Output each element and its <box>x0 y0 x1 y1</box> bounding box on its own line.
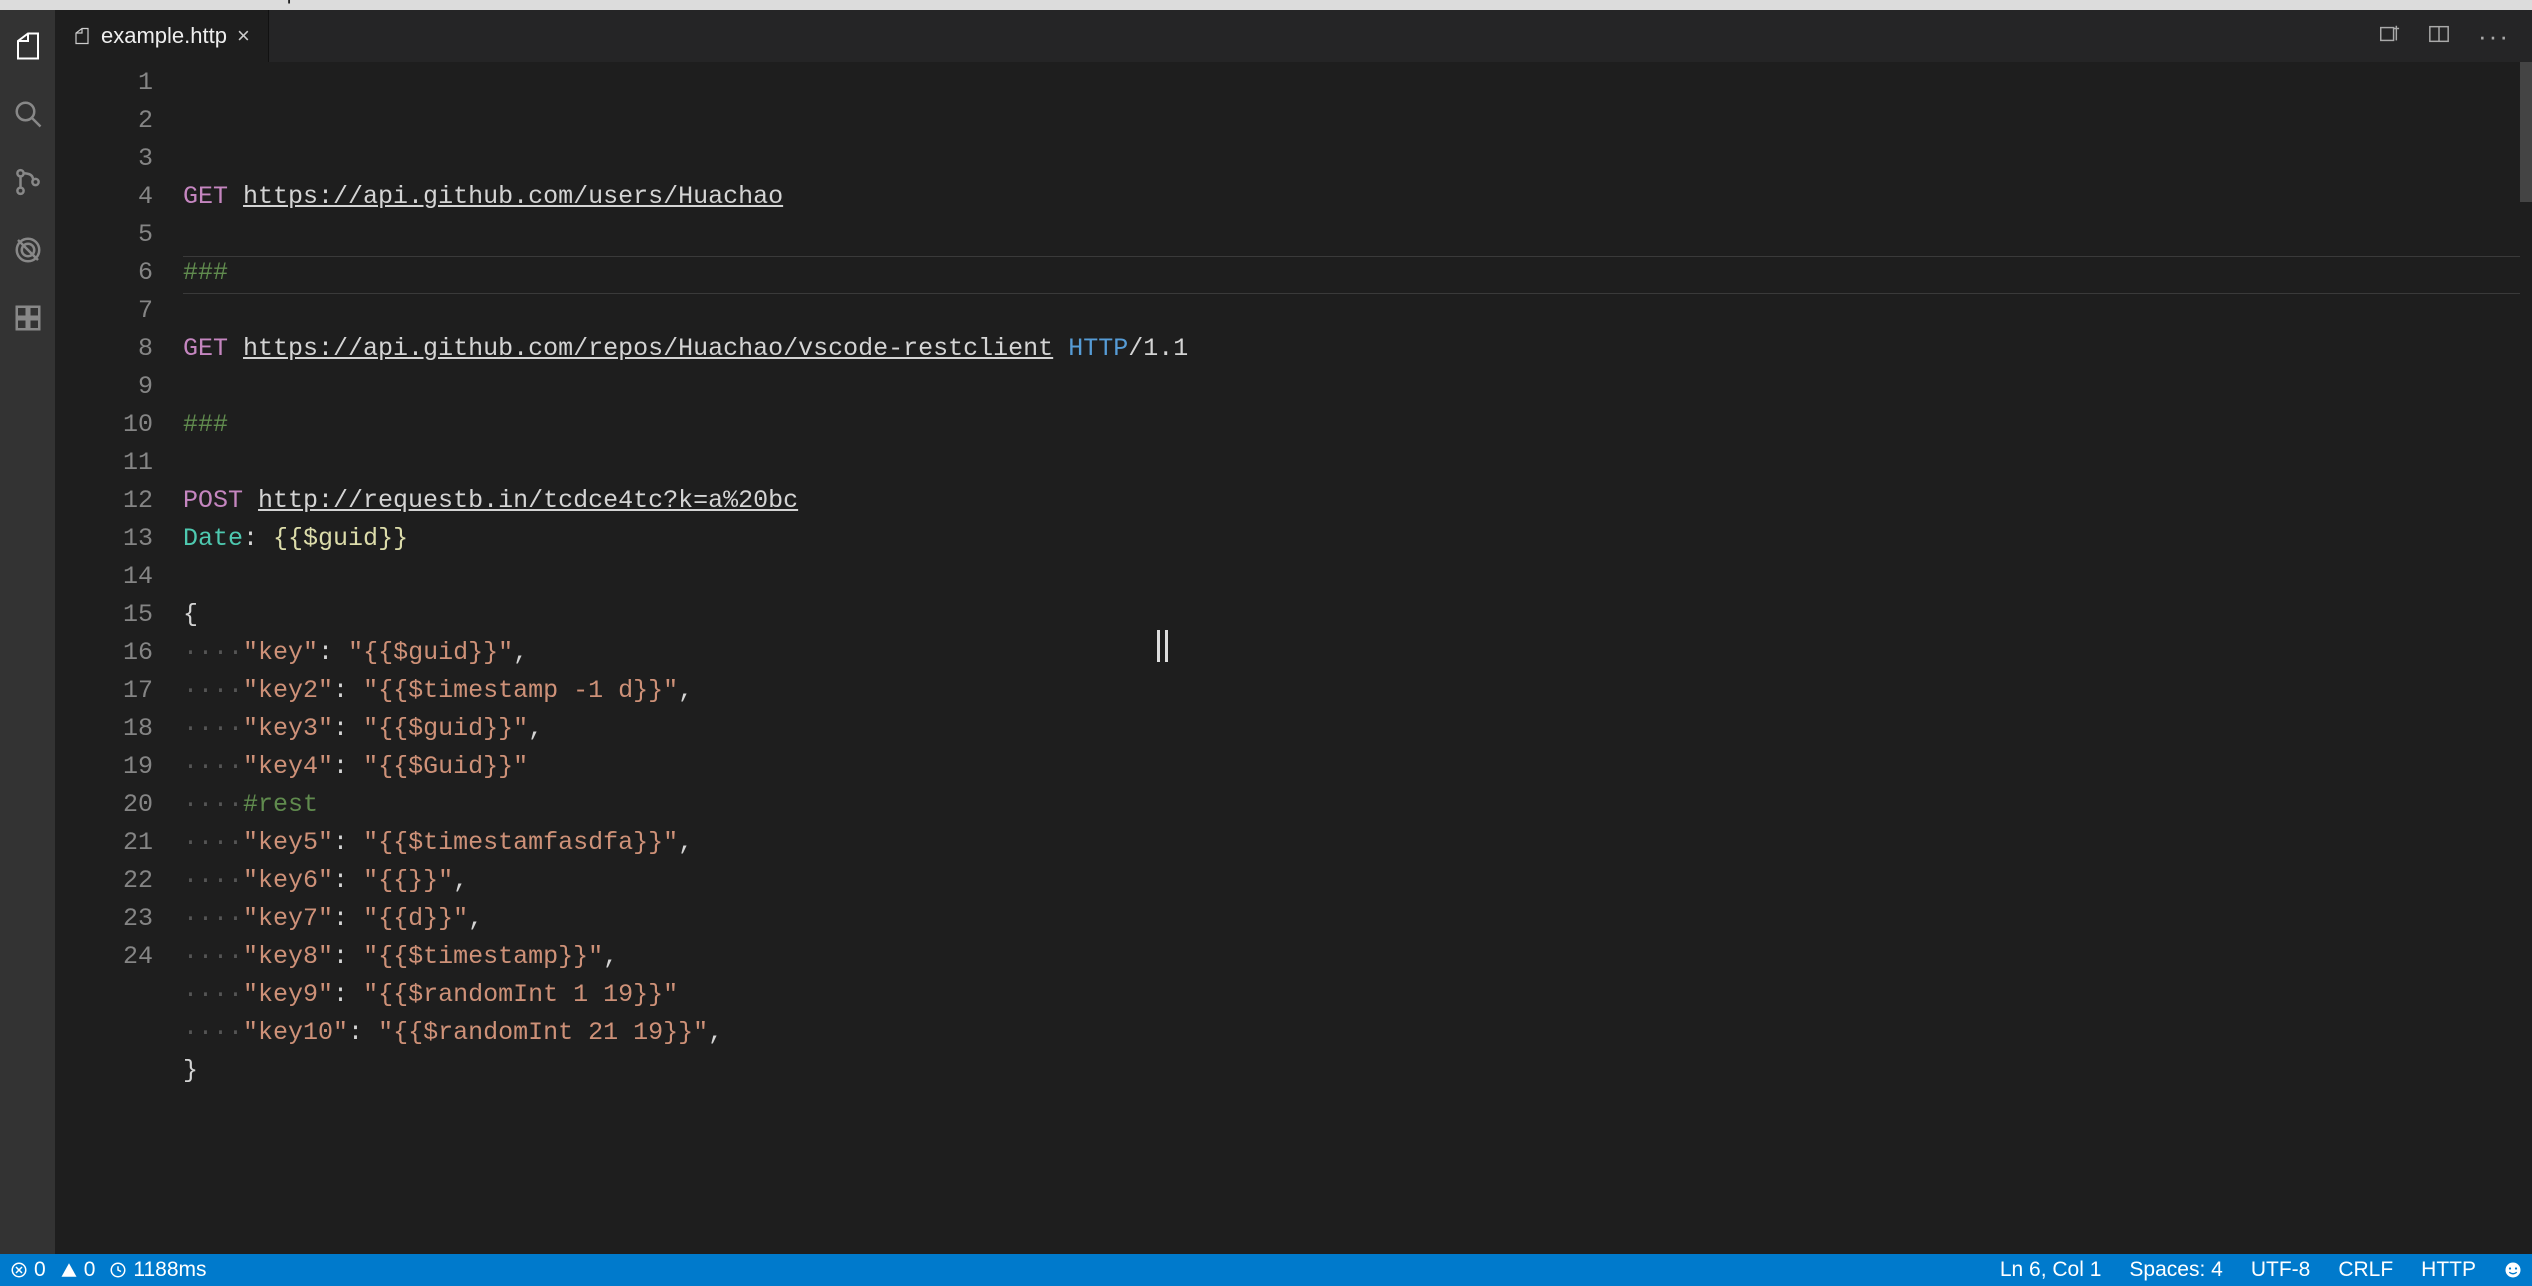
line-number: 4 <box>55 178 153 216</box>
timing-item[interactable]: 1188ms <box>109 1258 206 1282</box>
code-line[interactable]: ····"key3": "{{$guid}}", <box>183 710 2532 748</box>
warnings-count: 0 <box>84 1258 96 1282</box>
tab-example-http[interactable]: example.http × <box>55 10 269 62</box>
eol[interactable]: CRLF <box>2338 1258 2393 1282</box>
line-number: 15 <box>55 596 153 634</box>
status-bar: 0 0 1188ms Ln 6, Col 1 Spaces: 4 UTF-8 C… <box>0 1254 2532 1286</box>
code-line[interactable]: ····#rest <box>183 786 2532 824</box>
code-content[interactable]: GET https://api.github.com/users/Huachao… <box>183 64 2532 1254</box>
line-number: 16 <box>55 634 153 672</box>
warning-icon <box>60 1261 78 1279</box>
text-cursor <box>1157 630 1160 662</box>
code-line[interactable]: ### <box>183 406 2532 444</box>
timing-value: 1188ms <box>133 1258 206 1282</box>
menubar: File Edit View Go Help <box>0 0 2532 10</box>
line-number: 23 <box>55 900 153 938</box>
line-number: 22 <box>55 862 153 900</box>
warnings-item[interactable]: 0 <box>60 1258 96 1282</box>
indentation[interactable]: Spaces: 4 <box>2129 1258 2222 1282</box>
line-number-gutter: 123456789101112131415161718192021222324 <box>55 64 183 1254</box>
code-line[interactable]: POST http://requestb.in/tcdce4tc?k=a%20b… <box>183 482 2532 520</box>
line-number: 24 <box>55 938 153 976</box>
explorer-icon[interactable] <box>10 28 46 64</box>
code-line[interactable] <box>183 292 2532 330</box>
file-icon <box>73 27 91 45</box>
line-number: 3 <box>55 140 153 178</box>
clock-icon <box>109 1261 127 1279</box>
line-number: 8 <box>55 330 153 368</box>
code-line[interactable]: ····"key10": "{{$randomInt 21 19}}", <box>183 1014 2532 1052</box>
code-editor[interactable]: 123456789101112131415161718192021222324 … <box>55 62 2532 1254</box>
tab-bar: example.http × ··· <box>55 10 2532 62</box>
code-line[interactable]: Date: {{$guid}} <box>183 520 2532 558</box>
line-number: 6 <box>55 254 153 292</box>
line-number: 20 <box>55 786 153 824</box>
line-number: 9 <box>55 368 153 406</box>
code-line[interactable] <box>183 368 2532 406</box>
encoding[interactable]: UTF-8 <box>2251 1258 2311 1282</box>
code-line[interactable] <box>183 558 2532 596</box>
line-number: 5 <box>55 216 153 254</box>
line-number: 13 <box>55 520 153 558</box>
code-line[interactable] <box>183 216 2532 254</box>
language-mode[interactable]: HTTP <box>2421 1258 2476 1282</box>
line-number: 17 <box>55 672 153 710</box>
code-line[interactable]: } <box>183 1052 2532 1090</box>
code-line[interactable]: ····"key7": "{{d}}", <box>183 900 2532 938</box>
tabbar-actions: ··· <box>2378 10 2532 62</box>
code-line[interactable]: GET https://api.github.com/users/Huachao <box>183 178 2532 216</box>
more-actions-icon[interactable]: ··· <box>2478 21 2510 52</box>
code-line[interactable]: ····"key": "{{$guid}}", <box>183 634 2532 672</box>
line-number: 7 <box>55 292 153 330</box>
code-line[interactable]: GET https://api.github.com/repos/Huachao… <box>183 330 2532 368</box>
errors-item[interactable]: 0 <box>10 1258 46 1282</box>
debug-icon[interactable] <box>10 232 46 268</box>
compare-changes-icon[interactable] <box>2378 23 2400 50</box>
code-line[interactable]: ### <box>183 254 2532 292</box>
code-line[interactable]: ····"key6": "{{}}", <box>183 862 2532 900</box>
code-line[interactable]: { <box>183 596 2532 634</box>
line-number: 1 <box>55 64 153 102</box>
line-number: 11 <box>55 444 153 482</box>
extensions-icon[interactable] <box>10 300 46 336</box>
cursor-position[interactable]: Ln 6, Col 1 <box>2000 1258 2102 1282</box>
code-line[interactable]: ····"key2": "{{$timestamp -1 d}}", <box>183 672 2532 710</box>
search-icon[interactable] <box>10 96 46 132</box>
code-line[interactable]: ····"key5": "{{$timestamfasdfa}}", <box>183 824 2532 862</box>
editor-area: example.http × ··· 123456789101112131415… <box>55 10 2532 1254</box>
activity-bar <box>0 10 55 1254</box>
tab-label: example.http <box>101 23 227 49</box>
line-number: 12 <box>55 482 153 520</box>
line-number: 10 <box>55 406 153 444</box>
line-number: 21 <box>55 824 153 862</box>
line-number: 18 <box>55 710 153 748</box>
line-number: 2 <box>55 102 153 140</box>
source-control-icon[interactable] <box>10 164 46 200</box>
split-editor-icon[interactable] <box>2428 23 2450 50</box>
close-icon[interactable]: × <box>237 23 250 49</box>
code-line[interactable]: ····"key4": "{{$Guid}}" <box>183 748 2532 786</box>
code-line[interactable] <box>183 444 2532 482</box>
line-number: 14 <box>55 558 153 596</box>
code-line[interactable]: ····"key8": "{{$timestamp}}", <box>183 938 2532 976</box>
errors-count: 0 <box>34 1258 46 1282</box>
error-icon <box>10 1261 28 1279</box>
line-number: 19 <box>55 748 153 786</box>
code-line[interactable]: ····"key9": "{{$randomInt 1 19}}" <box>183 976 2532 1014</box>
feedback-icon[interactable] <box>2504 1261 2522 1279</box>
